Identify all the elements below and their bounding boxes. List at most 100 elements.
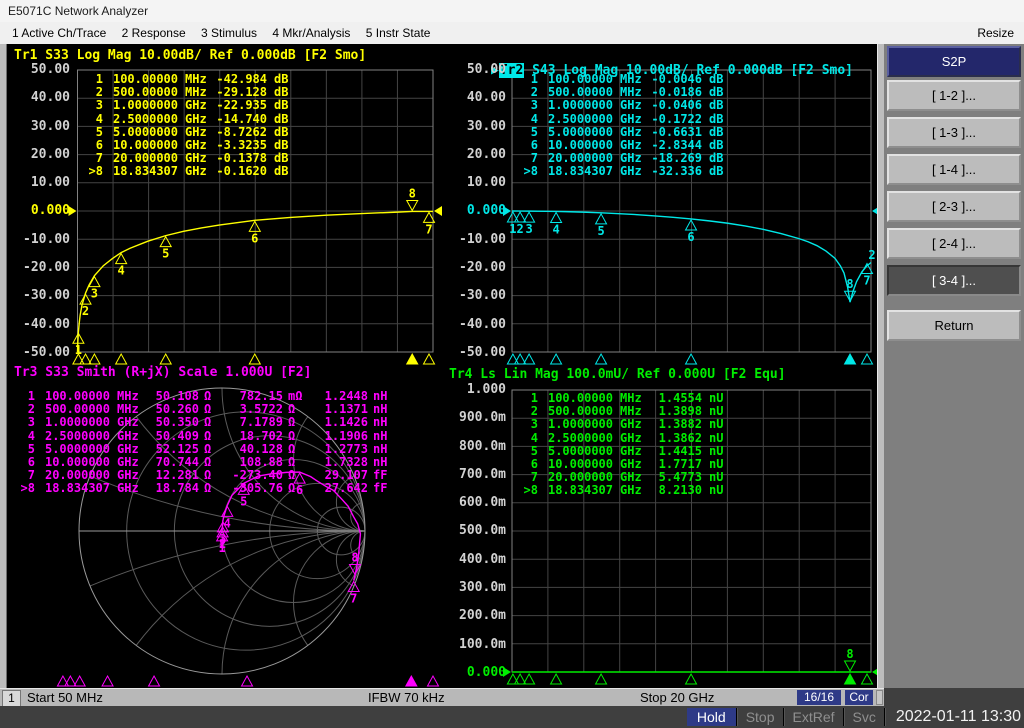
menu-active-ch-trace[interactable]: 1 Active Ch/Trace	[12, 22, 106, 44]
marker-row: >8 18.834307 GHz -0.1620 dB	[84, 165, 292, 178]
cell: 1.3862	[658, 430, 702, 445]
svg-text:6: 6	[687, 230, 694, 244]
cell: 2.5000000	[44, 428, 110, 443]
svg-text:3: 3	[91, 287, 98, 301]
cell: Ω	[204, 428, 212, 443]
softkey-return[interactable]: Return	[887, 310, 1021, 341]
svg-text:8: 8	[846, 647, 853, 661]
tr4-header[interactable]: Tr4 Ls Lin Mag 100.0mU/ Ref 0.000U [F2 E…	[449, 367, 786, 382]
cell: 1.0000000	[547, 98, 613, 113]
svg-text:4: 4	[224, 516, 231, 530]
cell: 4	[530, 430, 538, 445]
cell: GHz	[620, 98, 642, 113]
cell: dB	[274, 111, 289, 126]
status-bar: 1 Start 50 MHz IFBW 70 kHz Stop 20 GHz 1…	[0, 688, 884, 707]
softkey-1-3[interactable]: [ 1-3 ]...	[887, 117, 1021, 148]
points-badge: 16/16	[797, 690, 841, 705]
svg-text:7: 7	[425, 222, 432, 236]
cell: dB	[709, 98, 724, 113]
cell: Ω	[288, 415, 296, 430]
softkey-2-4[interactable]: [ 2-4 ]...	[887, 228, 1021, 259]
svg-text:2: 2	[82, 304, 89, 318]
cell: GHz	[185, 98, 207, 113]
cell: -305.76	[232, 481, 283, 496]
axis-tick: 40.00	[466, 90, 506, 106]
cell: 2.5000000	[112, 111, 178, 126]
axis-tick: -10.00	[459, 231, 506, 247]
cell: -32.336	[651, 164, 702, 179]
ifbw-label: IFBW 70 kHz	[368, 690, 445, 705]
cell: 3	[530, 417, 538, 432]
marker-row: 4 2.5000000 GHz -14.740 dB	[84, 111, 292, 126]
window-title: E5071C Network Analyzer	[8, 4, 149, 18]
axis-tick: -20.00	[23, 260, 70, 276]
cell: 18.702	[239, 428, 283, 443]
softkey-1-4[interactable]: [ 1-4 ]...	[887, 154, 1021, 185]
cell: GHz	[620, 164, 642, 179]
tr1-marker-table: 1 100.00000 MHz -42.984 dB 2 500.00000 MHz -29.1…	[84, 72, 292, 179]
axis-tick: 600.0m	[459, 495, 506, 511]
resize-button[interactable]: Resize	[977, 22, 1014, 44]
marker-row: 3 1.0000000 GHz 50.350 Ω 7.1789 Ω 1.1426 nH	[16, 416, 389, 429]
tr2-y-axis: 50.00 40.00 30.00 20.00 10.00 0.000 -10.00 -20.…	[444, 63, 506, 359]
axis-tick: -50.00	[459, 344, 506, 360]
cell: dB	[709, 111, 724, 126]
system-bar: Hold Stop ExtRef Svc 2022-01-11 13:30	[0, 706, 1024, 728]
cell: 1.1906	[324, 428, 368, 443]
softkey-2-3[interactable]: [ 2-3 ]...	[887, 191, 1021, 222]
menu-instr-state[interactable]: 5 Instr State	[366, 22, 431, 44]
screen-left-border	[0, 44, 7, 688]
screen-right-border	[877, 44, 884, 688]
cell: dB	[709, 164, 724, 179]
axis-tick: -40.00	[459, 316, 506, 332]
cell: GHz	[620, 483, 642, 498]
axis-tick: 30.00	[466, 118, 506, 134]
menu-response[interactable]: 2 Response	[122, 22, 186, 44]
cell: 18.784	[155, 481, 199, 496]
date-time: 2022-01-11 13:30	[883, 708, 1021, 726]
cell: 18.834307	[112, 164, 178, 179]
cell: Ω	[288, 481, 296, 496]
cell: GHz	[185, 111, 207, 126]
cell: GHz	[620, 111, 642, 126]
cell: -0.1722	[651, 111, 702, 126]
marker-row: >8 18.834307 GHz -32.336 dB	[519, 165, 727, 178]
hold-status: Hold	[686, 708, 736, 726]
softkey-panel: S2P [ 1-2 ]... [ 1-3 ]... [ 1-4 ]... [ 2…	[884, 44, 1024, 688]
svc-status: Svc	[842, 708, 884, 726]
svg-text:8: 8	[846, 277, 853, 291]
cell: Ω	[288, 428, 296, 443]
tr1-header[interactable]: Tr1 S33 Log Mag 10.00dB/ Ref 0.000dB [F2…	[14, 48, 366, 63]
axis-tick: 400.0m	[459, 551, 506, 567]
softkey-3-4[interactable]: [ 3-4 ]...	[887, 265, 1021, 296]
cell: 4	[95, 111, 103, 126]
menu-mkr-analysis[interactable]: 4 Mkr/Analysis	[272, 22, 350, 44]
marker-row: 3 1.0000000 GHz -22.935 dB	[84, 99, 292, 112]
cell: GHz	[620, 430, 642, 445]
axis-tick: 0.000	[30, 203, 70, 219]
stop-frequency-label: Stop 20 GHz	[640, 690, 715, 705]
menu-stimulus[interactable]: 3 Stimulus	[201, 22, 257, 44]
axis-tick: -10.00	[23, 231, 70, 247]
axis-tick: 1.000	[466, 382, 506, 397]
tr3-header[interactable]: Tr3 S33 Smith (R+jX) Scale 1.000U [F2]	[14, 365, 311, 380]
axis-tick: -40.00	[23, 316, 70, 332]
cell: nU	[709, 417, 724, 432]
svg-text:7: 7	[350, 591, 357, 605]
cell: >8	[88, 164, 103, 179]
svg-text:3: 3	[525, 222, 532, 236]
cell: dB	[274, 98, 289, 113]
axis-tick: 100.0m	[459, 636, 506, 652]
cell: -0.0406	[651, 98, 702, 113]
cell: -22.935	[216, 98, 267, 113]
softkey-1-2[interactable]: [ 1-2 ]...	[887, 80, 1021, 111]
tr1-y-axis: 50.00 40.00 30.00 20.00 10.00 0.000 -10.00 -20.…	[8, 63, 70, 359]
marker-row: >8 18.834307 GHz 18.784 Ω -305.76 Ω 27.642 fF	[16, 482, 389, 495]
softkey-title-s2p: S2P	[887, 46, 1021, 77]
cell: 3	[95, 98, 103, 113]
cell: 18.834307	[44, 481, 110, 496]
svg-text:5: 5	[597, 224, 604, 238]
status-spacer-box	[876, 690, 883, 705]
channel-indicator[interactable]: 1	[2, 690, 21, 707]
axis-tick: 300.0m	[459, 580, 506, 596]
